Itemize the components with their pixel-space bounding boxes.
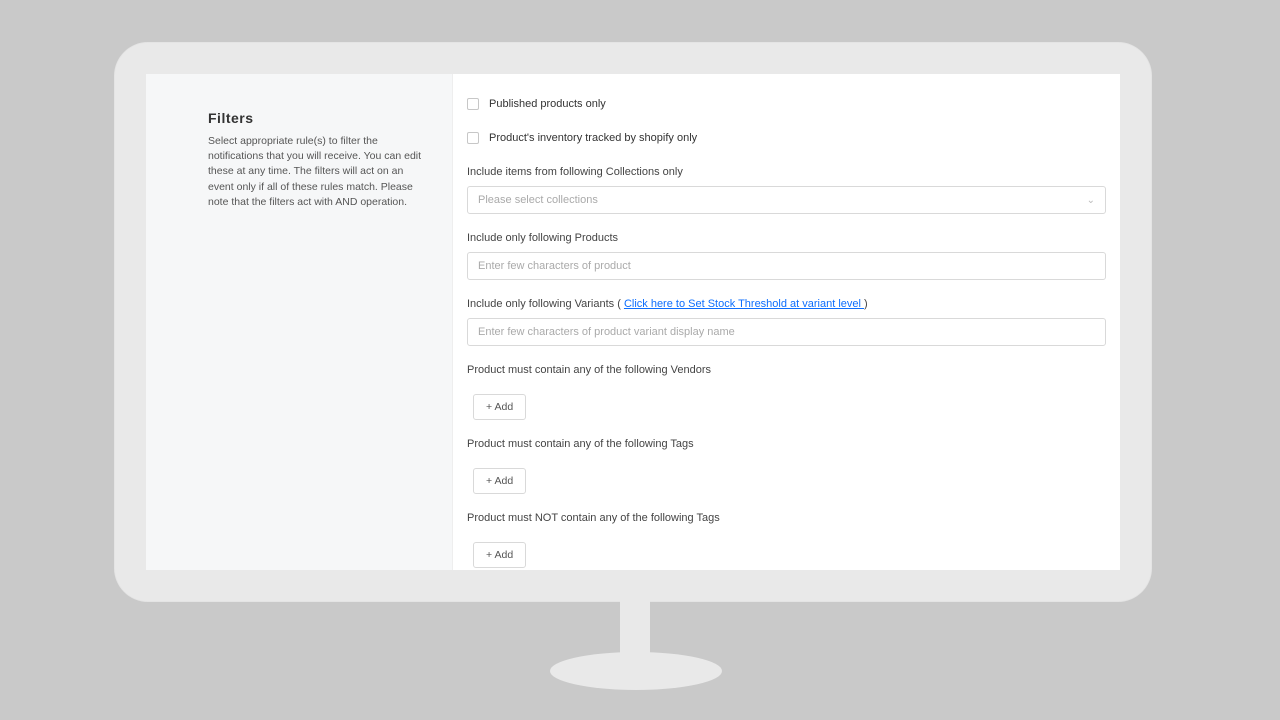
- variants-label-suffix: ): [864, 298, 868, 310]
- sidebar-title: Filters: [208, 110, 428, 126]
- variants-field: Include only following Variants ( Click …: [467, 298, 1106, 346]
- collections-label: Include items from following Collections…: [467, 166, 1106, 178]
- chevron-down-icon: ⌄: [1087, 195, 1095, 206]
- tags-include-field: Product must contain any of the followin…: [467, 438, 1106, 494]
- add-tag-include-button[interactable]: + Add: [473, 468, 526, 494]
- published-only-row[interactable]: Published products only: [467, 98, 1106, 110]
- main-panel: Published products only Product's invent…: [452, 74, 1120, 570]
- variants-label-prefix: Include only following Variants (: [467, 298, 624, 310]
- monitor-bezel: Filters Select appropriate rule(s) to fi…: [114, 42, 1152, 602]
- products-input[interactable]: Enter few characters of product: [467, 252, 1106, 280]
- variants-threshold-link[interactable]: Click here to Set Stock Threshold at var…: [624, 298, 864, 310]
- products-field: Include only following Products Enter fe…: [467, 232, 1106, 280]
- checkbox-icon[interactable]: [467, 132, 479, 144]
- add-tag-exclude-button[interactable]: + Add: [473, 542, 526, 568]
- app-screen: Filters Select appropriate rule(s) to fi…: [146, 74, 1120, 570]
- sidebar-description: Select appropriate rule(s) to filter the…: [208, 134, 428, 210]
- collections-field: Include items from following Collections…: [467, 166, 1106, 214]
- variants-input[interactable]: Enter few characters of product variant …: [467, 318, 1106, 346]
- tags-exclude-label: Product must NOT contain any of the foll…: [467, 512, 1106, 524]
- products-label: Include only following Products: [467, 232, 1106, 244]
- checkbox-icon[interactable]: [467, 98, 479, 110]
- tags-exclude-field: Product must NOT contain any of the foll…: [467, 512, 1106, 568]
- products-placeholder: Enter few characters of product: [478, 260, 631, 272]
- vendors-field: Product must contain any of the followin…: [467, 364, 1106, 420]
- tracked-only-row[interactable]: Product's inventory tracked by shopify o…: [467, 132, 1106, 144]
- tags-include-label: Product must contain any of the followin…: [467, 438, 1106, 450]
- monitor-stand-base: [550, 652, 722, 690]
- variants-label: Include only following Variants ( Click …: [467, 298, 1106, 310]
- sidebar: Filters Select appropriate rule(s) to fi…: [146, 74, 452, 570]
- add-vendor-button[interactable]: + Add: [473, 394, 526, 420]
- variants-placeholder: Enter few characters of product variant …: [478, 326, 735, 338]
- published-only-label: Published products only: [489, 98, 606, 110]
- monitor-mockup: Filters Select appropriate rule(s) to fi…: [0, 0, 1280, 720]
- collections-select[interactable]: Please select collections ⌄: [467, 186, 1106, 214]
- monitor-stand-neck: [620, 600, 650, 660]
- tracked-only-label: Product's inventory tracked by shopify o…: [489, 132, 697, 144]
- vendors-label: Product must contain any of the followin…: [467, 364, 1106, 376]
- collections-placeholder: Please select collections: [478, 194, 598, 206]
